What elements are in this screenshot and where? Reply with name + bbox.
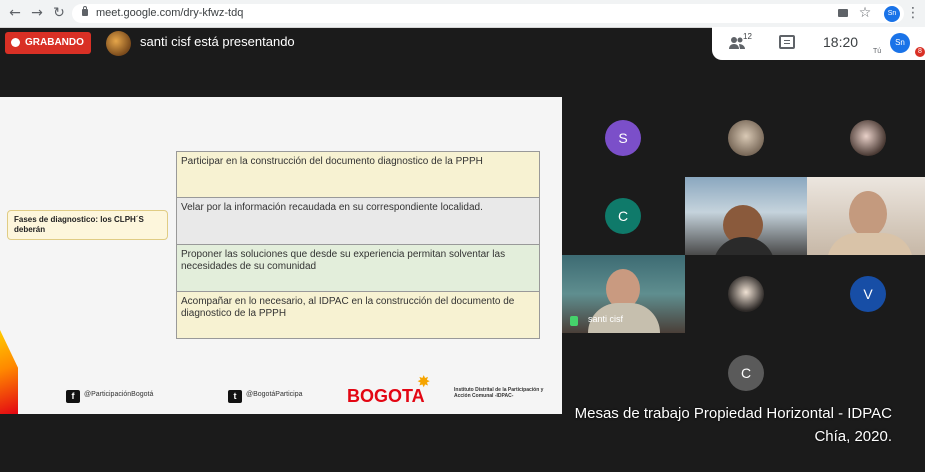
twitter-handle: @BogotáParticipa	[246, 391, 303, 398]
participant-video-woman	[807, 177, 925, 255]
participant-video-santi	[562, 255, 685, 333]
slide-phase-label: Fases de diagnostico: los CLPH´S deberán	[7, 210, 168, 240]
slide-item-1: Participar en la construcción del docume…	[176, 151, 540, 198]
presenter-status: santi cisf está presentando	[140, 34, 295, 49]
participant-avatar-c: C	[605, 198, 641, 234]
forward-icon[interactable]: →	[28, 4, 46, 22]
participant-avatar-c2: C	[728, 355, 764, 391]
camera-icon[interactable]	[838, 9, 848, 17]
slide-item-2: Velar por la información recaudada en su…	[176, 198, 540, 245]
idpac-institute-text: Instituto Distrital de la Participación …	[454, 387, 544, 399]
twitter-icon: t	[228, 390, 242, 403]
presenter-avatar	[106, 31, 131, 56]
lock-icon	[82, 6, 88, 16]
back-icon[interactable]: ←	[6, 4, 24, 22]
participant-avatar-v: V	[850, 276, 886, 312]
facebook-handle: @ParticipaciónBogotá	[84, 391, 154, 398]
chat-icon[interactable]	[779, 35, 795, 49]
meeting-clock: 18:20	[823, 34, 859, 50]
recording-label: GRABANDO	[25, 37, 84, 48]
participant-photo-2	[850, 120, 886, 156]
self-label: Tú	[873, 48, 882, 55]
notification-badge: 8	[915, 47, 925, 57]
participant-avatar-s: S	[605, 120, 641, 156]
participant-count: 12	[743, 32, 752, 41]
star-icon[interactable]: ☆	[856, 4, 874, 22]
star-logo-icon: ✸	[417, 372, 431, 391]
recording-button[interactable]: GRABANDO	[5, 32, 91, 54]
caption-title: Mesas de trabajo Propiedad Horizontal - …	[574, 405, 892, 422]
slide-item-4: Acompañar en lo necesario, al IDPAC en l…	[176, 292, 540, 339]
participant-photo-1	[728, 120, 764, 156]
video-name-label: santi cisf	[588, 314, 624, 324]
participant-video-man	[685, 177, 807, 255]
more-menu-icon[interactable]: ⋮	[904, 4, 922, 22]
caption-subtitle: Chía, 2020.	[814, 428, 892, 445]
reload-icon[interactable]: ↻	[50, 4, 68, 22]
self-avatar[interactable]: Sn	[890, 33, 910, 53]
bogota-logo: BOGOTA	[347, 386, 425, 406]
facebook-icon: f	[66, 390, 80, 403]
slide-item-3: Proponer las soluciones que desde su exp…	[176, 245, 540, 292]
record-icon	[11, 38, 20, 47]
mic-activity-icon	[570, 316, 578, 326]
profile-avatar[interactable]: Sn	[884, 6, 900, 22]
participant-photo-3	[728, 276, 764, 312]
url-text[interactable]: meet.google.com/dry-kfwz-tdq	[96, 4, 243, 23]
